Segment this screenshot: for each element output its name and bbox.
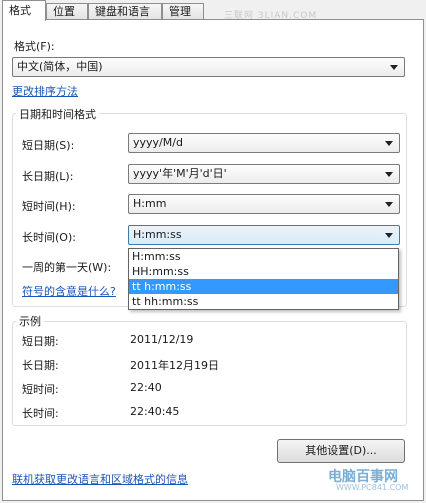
long-time-dropdown-list: H:mm:ss HH:mm:ss tt h:mm:ss tt hh:mm:ss bbox=[128, 248, 399, 310]
short-time-value: H:mm bbox=[133, 197, 167, 210]
tab-administrative[interactable]: 管理 bbox=[162, 3, 204, 20]
example-short-time-label: 短时间: bbox=[22, 383, 59, 396]
format-select-value: 中文(简体，中国) bbox=[17, 60, 103, 73]
tab-strip: 格式 位置 键盘和语言 管理 bbox=[0, 0, 426, 21]
short-time-label: 短时间(H): bbox=[22, 200, 76, 213]
tab-keyboard-language[interactable]: 键盘和语言 bbox=[88, 3, 162, 20]
example-short-date-value: 2011/12/19 bbox=[130, 333, 194, 346]
chevron-down-icon bbox=[385, 141, 393, 146]
short-date-select[interactable]: yyyy/M/d bbox=[128, 133, 400, 153]
long-date-select[interactable]: yyyy'年'M'月'd'日' bbox=[128, 164, 400, 184]
long-time-value: H:mm:ss bbox=[133, 228, 182, 241]
watermark-logo-sub: WWW.PC841.COM bbox=[336, 483, 409, 492]
example-long-time-value: 22:40:45 bbox=[130, 405, 180, 418]
short-date-value: yyyy/M/d bbox=[133, 136, 183, 149]
example-group bbox=[12, 321, 407, 426]
example-short-date-label: 短日期: bbox=[22, 335, 59, 348]
chevron-down-icon bbox=[385, 172, 393, 177]
tab-format[interactable]: 格式 bbox=[2, 0, 46, 21]
long-time-label: 长时间(O): bbox=[22, 231, 76, 244]
online-info-link[interactable]: 联机获取更改语言和区域格式的信息 bbox=[12, 471, 188, 487]
chevron-down-icon bbox=[385, 233, 393, 238]
tab-location[interactable]: 位置 bbox=[46, 3, 88, 20]
example-long-time-label: 长时间: bbox=[22, 407, 59, 420]
long-date-label: 长日期(L): bbox=[22, 170, 74, 183]
datetime-group-title: 日期和时间格式 bbox=[16, 106, 99, 122]
example-long-date-value: 2011年12月19日 bbox=[130, 359, 219, 372]
dropdown-option-selected[interactable]: tt h:mm:ss bbox=[129, 279, 398, 294]
long-time-select[interactable]: H:mm:ss bbox=[128, 225, 400, 245]
symbols-meaning-link[interactable]: 符号的含意是什么? bbox=[22, 283, 116, 299]
long-date-value: yyyy'年'M'月'd'日' bbox=[133, 167, 227, 180]
format-label: 格式(F): bbox=[14, 40, 55, 53]
chevron-down-icon bbox=[390, 65, 398, 70]
short-date-label: 短日期(S): bbox=[22, 139, 75, 152]
dropdown-option[interactable]: HH:mm:ss bbox=[129, 264, 398, 279]
format-select[interactable]: 中文(简体，中国) bbox=[12, 57, 405, 77]
dropdown-option[interactable]: H:mm:ss bbox=[129, 249, 398, 264]
chevron-down-icon bbox=[385, 202, 393, 207]
change-sort-link[interactable]: 更改排序方法 bbox=[12, 83, 78, 99]
first-day-label: 一周的第一天(W): bbox=[22, 261, 112, 274]
short-time-select[interactable]: H:mm bbox=[128, 194, 400, 214]
dropdown-option[interactable]: tt hh:mm:ss bbox=[129, 294, 398, 309]
example-long-date-label: 长日期: bbox=[22, 359, 59, 372]
example-short-time-value: 22:40 bbox=[130, 381, 162, 394]
example-group-title: 示例 bbox=[16, 313, 44, 329]
other-settings-button[interactable]: 其他设置(D)... bbox=[277, 439, 405, 463]
